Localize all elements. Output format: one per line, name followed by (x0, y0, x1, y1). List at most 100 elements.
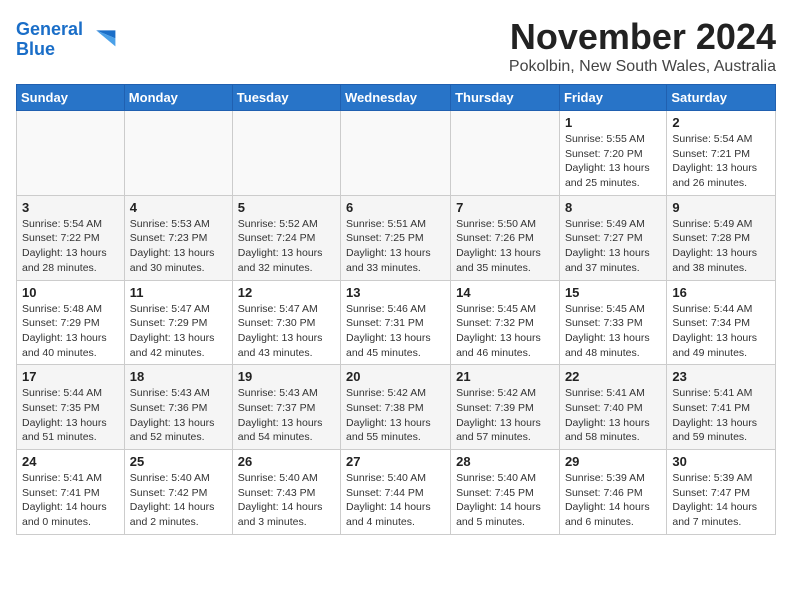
day-info: Sunrise: 5:45 AM Sunset: 7:33 PM Dayligh… (565, 302, 661, 361)
header: General Blue November 2024 Pokolbin, New… (16, 16, 776, 76)
calendar-day-cell (124, 111, 232, 196)
day-number: 11 (130, 285, 227, 300)
day-info: Sunrise: 5:53 AM Sunset: 7:23 PM Dayligh… (130, 217, 227, 276)
day-info: Sunrise: 5:47 AM Sunset: 7:30 PM Dayligh… (238, 302, 335, 361)
day-info: Sunrise: 5:45 AM Sunset: 7:32 PM Dayligh… (456, 302, 554, 361)
day-number: 18 (130, 369, 227, 384)
day-number: 5 (238, 200, 335, 215)
day-number: 22 (565, 369, 661, 384)
calendar-day-cell: 19Sunrise: 5:43 AM Sunset: 7:37 PM Dayli… (232, 365, 340, 450)
calendar-day-cell: 18 Sunrise: 5:43 AM Sunset: 7:36 PM Dayli… (124, 365, 232, 450)
day-number: 8 (565, 200, 661, 215)
calendar-week-row: 3Sunrise: 5:54 AM Sunset: 7:22 PM Daylig… (17, 195, 776, 280)
day-number: 28 (456, 454, 554, 469)
day-number: 13 (346, 285, 445, 300)
calendar-day-cell: 1 Sunrise: 5:55 AM Sunset: 7:20 PM Daylig… (559, 111, 666, 196)
calendar-day-cell: 27Sunrise: 5:40 AM Sunset: 7:44 PM Dayli… (341, 450, 451, 535)
calendar-day-cell: 14 Sunrise: 5:45 AM Sunset: 7:32 PM Dayli… (451, 280, 560, 365)
weekday-header: Tuesday (232, 85, 340, 111)
calendar-day-cell: 8 Sunrise: 5:49 AM Sunset: 7:27 PM Daylig… (559, 195, 666, 280)
day-number: 24 (22, 454, 119, 469)
weekday-header: Saturday (667, 85, 776, 111)
day-info: Sunrise: 5:40 AM Sunset: 7:45 PM Dayligh… (456, 471, 554, 530)
calendar-day-cell: 9 Sunrise: 5:49 AM Sunset: 7:28 PM Daylig… (667, 195, 776, 280)
weekday-header: Sunday (17, 85, 125, 111)
calendar-week-row: 17 Sunrise: 5:44 AM Sunset: 7:35 PM Dayli… (17, 365, 776, 450)
day-info: Sunrise: 5:42 AM Sunset: 7:38 PM Dayligh… (346, 386, 445, 445)
calendar-day-cell (17, 111, 125, 196)
calendar-day-cell (341, 111, 451, 196)
calendar-day-cell (232, 111, 340, 196)
day-number: 26 (238, 454, 335, 469)
calendar-day-cell: 13 Sunrise: 5:46 AM Sunset: 7:31 PM Dayli… (341, 280, 451, 365)
day-info: Sunrise: 5:49 AM Sunset: 7:28 PM Dayligh… (672, 217, 770, 276)
calendar-week-row: 24 Sunrise: 5:41 AM Sunset: 7:41 PM Dayli… (17, 450, 776, 535)
weekday-header-row: SundayMondayTuesdayWednesdayThursdayFrid… (17, 85, 776, 111)
day-number: 19 (238, 369, 335, 384)
day-number: 9 (672, 200, 770, 215)
day-info: Sunrise: 5:39 AM Sunset: 7:47 PM Dayligh… (672, 471, 770, 530)
calendar-day-cell: 25Sunrise: 5:40 AM Sunset: 7:42 PM Dayli… (124, 450, 232, 535)
calendar-day-cell: 5Sunrise: 5:52 AM Sunset: 7:24 PM Daylig… (232, 195, 340, 280)
calendar-day-cell: 21Sunrise: 5:42 AM Sunset: 7:39 PM Dayli… (451, 365, 560, 450)
day-info: Sunrise: 5:41 AM Sunset: 7:41 PM Dayligh… (22, 471, 119, 530)
day-number: 2 (672, 115, 770, 130)
location-title: Pokolbin, New South Wales, Australia (509, 58, 776, 76)
calendar-day-cell: 22 Sunrise: 5:41 AM Sunset: 7:40 PM Dayli… (559, 365, 666, 450)
day-info: Sunrise: 5:51 AM Sunset: 7:25 PM Dayligh… (346, 217, 445, 276)
calendar-day-cell: 17 Sunrise: 5:44 AM Sunset: 7:35 PM Dayli… (17, 365, 125, 450)
day-number: 17 (22, 369, 119, 384)
day-number: 4 (130, 200, 227, 215)
day-info: Sunrise: 5:50 AM Sunset: 7:26 PM Dayligh… (456, 217, 554, 276)
day-info: Sunrise: 5:41 AM Sunset: 7:40 PM Dayligh… (565, 386, 661, 445)
day-info: Sunrise: 5:40 AM Sunset: 7:42 PM Dayligh… (130, 471, 227, 530)
day-number: 30 (672, 454, 770, 469)
day-number: 15 (565, 285, 661, 300)
calendar-table: SundayMondayTuesdayWednesdayThursdayFrid… (16, 84, 776, 535)
day-info: Sunrise: 5:40 AM Sunset: 7:44 PM Dayligh… (346, 471, 445, 530)
day-number: 12 (238, 285, 335, 300)
calendar-day-cell: 7Sunrise: 5:50 AM Sunset: 7:26 PM Daylig… (451, 195, 560, 280)
calendar-week-row: 1 Sunrise: 5:55 AM Sunset: 7:20 PM Daylig… (17, 111, 776, 196)
month-title: November 2024 (509, 16, 776, 58)
day-info: Sunrise: 5:44 AM Sunset: 7:35 PM Dayligh… (22, 386, 119, 445)
day-info: Sunrise: 5:39 AM Sunset: 7:46 PM Dayligh… (565, 471, 661, 530)
weekday-header: Friday (559, 85, 666, 111)
day-info: Sunrise: 5:54 AM Sunset: 7:21 PM Dayligh… (672, 132, 770, 191)
calendar-day-cell (451, 111, 560, 196)
calendar-day-cell: 29Sunrise: 5:39 AM Sunset: 7:46 PM Dayli… (559, 450, 666, 535)
title-area: November 2024 Pokolbin, New South Wales,… (509, 16, 776, 76)
day-info: Sunrise: 5:42 AM Sunset: 7:39 PM Dayligh… (456, 386, 554, 445)
day-info: Sunrise: 5:43 AM Sunset: 7:36 PM Dayligh… (130, 386, 227, 445)
calendar-day-cell: 15 Sunrise: 5:45 AM Sunset: 7:33 PM Dayli… (559, 280, 666, 365)
calendar-day-cell: 12 Sunrise: 5:47 AM Sunset: 7:30 PM Dayli… (232, 280, 340, 365)
day-number: 10 (22, 285, 119, 300)
day-info: Sunrise: 5:48 AM Sunset: 7:29 PM Dayligh… (22, 302, 119, 361)
weekday-header: Monday (124, 85, 232, 111)
calendar-day-cell: 23Sunrise: 5:41 AM Sunset: 7:41 PM Dayli… (667, 365, 776, 450)
calendar-day-cell: 20 Sunrise: 5:42 AM Sunset: 7:38 PM Dayli… (341, 365, 451, 450)
calendar-day-cell: 2 Sunrise: 5:54 AM Sunset: 7:21 PM Daylig… (667, 111, 776, 196)
day-info: Sunrise: 5:49 AM Sunset: 7:27 PM Dayligh… (565, 217, 661, 276)
day-number: 6 (346, 200, 445, 215)
logo-line2: Blue (16, 39, 55, 59)
day-info: Sunrise: 5:55 AM Sunset: 7:20 PM Dayligh… (565, 132, 661, 191)
logo: General Blue (16, 20, 117, 60)
weekday-header: Wednesday (341, 85, 451, 111)
day-number: 23 (672, 369, 770, 384)
calendar-day-cell: 16Sunrise: 5:44 AM Sunset: 7:34 PM Dayli… (667, 280, 776, 365)
day-number: 20 (346, 369, 445, 384)
day-number: 14 (456, 285, 554, 300)
day-info: Sunrise: 5:46 AM Sunset: 7:31 PM Dayligh… (346, 302, 445, 361)
calendar-week-row: 10 Sunrise: 5:48 AM Sunset: 7:29 PM Dayli… (17, 280, 776, 365)
logo-icon (85, 24, 117, 56)
calendar-day-cell: 10 Sunrise: 5:48 AM Sunset: 7:29 PM Dayli… (17, 280, 125, 365)
day-number: 3 (22, 200, 119, 215)
day-number: 16 (672, 285, 770, 300)
calendar-day-cell: 28 Sunrise: 5:40 AM Sunset: 7:45 PM Dayli… (451, 450, 560, 535)
calendar-day-cell: 11Sunrise: 5:47 AM Sunset: 7:29 PM Dayli… (124, 280, 232, 365)
calendar-day-cell: 3Sunrise: 5:54 AM Sunset: 7:22 PM Daylig… (17, 195, 125, 280)
logo-line1: General (16, 19, 83, 39)
day-number: 1 (565, 115, 661, 130)
logo-text: General Blue (16, 20, 83, 60)
